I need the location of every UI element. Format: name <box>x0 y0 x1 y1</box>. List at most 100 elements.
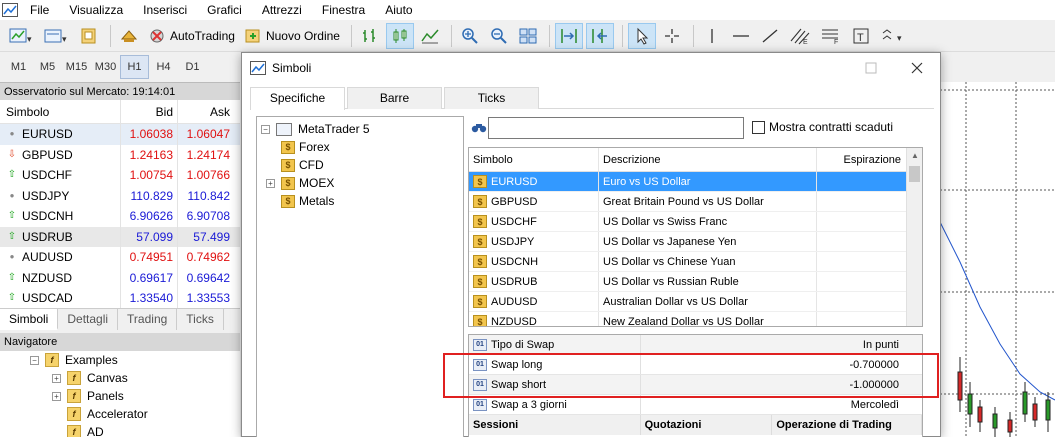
fibonacci-icon[interactable]: F <box>817 23 845 49</box>
scroll-thumb[interactable] <box>909 166 920 182</box>
timeframe-m5[interactable]: M5 <box>33 55 62 79</box>
candlestick-chart-icon[interactable] <box>385 22 414 49</box>
col-symbol[interactable]: Simbolo <box>0 100 120 123</box>
shapes-icon[interactable]: ▾ <box>877 23 909 49</box>
expand-icon[interactable]: + <box>52 391 61 401</box>
symbol-table-row[interactable]: $ NZDUSD New Zealand Dollar vs US Dollar <box>469 312 922 326</box>
symbol-table-row[interactable]: $ USDRUB US Dollar vs Russian Ruble <box>469 272 922 292</box>
price-chart[interactable] <box>940 82 1055 437</box>
market-watch-row[interactable]: ⇧ USDCAD 1.33540 1.33553 <box>0 288 240 309</box>
symbols-table-scrollbar[interactable]: ▲ <box>906 148 922 326</box>
line-chart-icon[interactable] <box>417 23 443 49</box>
nav-item-label: Canvas <box>87 371 128 385</box>
menu-tools[interactable]: Attrezzi <box>252 0 312 20</box>
row-bid: 0.69617 <box>120 267 177 288</box>
trendline-icon[interactable] <box>757 23 783 49</box>
menu-bar: File Visualizza Inserisci Grafici Attrez… <box>0 0 1055 20</box>
menu-window[interactable]: Finestra <box>312 0 375 20</box>
menu-file[interactable]: File <box>20 0 59 20</box>
zoom-out-icon[interactable] <box>486 23 512 49</box>
auto-scroll-icon[interactable] <box>554 22 583 49</box>
profiles-button[interactable]: ▾ <box>41 23 73 49</box>
search-icon[interactable] <box>470 119 488 137</box>
symbol-table-row[interactable]: $ EURUSD Euro vs US Dollar <box>469 172 922 192</box>
checkbox-box[interactable] <box>752 120 765 134</box>
tree-item-forex[interactable]: $ Forex <box>281 138 330 156</box>
menu-charts[interactable]: Grafici <box>197 0 252 20</box>
text-tool-icon[interactable]: T <box>848 23 874 49</box>
tab-details[interactable]: Dettagli <box>58 309 119 330</box>
tab-trading[interactable]: Trading <box>118 309 178 330</box>
expand-icon[interactable]: + <box>266 178 275 188</box>
row-bid: 1.24163 <box>120 144 177 165</box>
dialog-titlebar[interactable]: Simboli <box>242 53 940 83</box>
symbol-table-row[interactable]: $ USDCNH US Dollar vs Chinese Yuan <box>469 252 922 272</box>
menu-help[interactable]: Aiuto <box>375 0 422 20</box>
market-button[interactable] <box>116 23 142 49</box>
col-description-header[interactable]: Descrizione <box>599 148 817 171</box>
timeframe-h4[interactable]: H4 <box>149 55 178 79</box>
collapse-icon[interactable]: − <box>261 124 270 134</box>
market-watch-row[interactable]: ⇧ USDCNH 6.90626 6.90708 <box>0 206 240 227</box>
tab-ticks-dialog[interactable]: Ticks <box>444 87 539 109</box>
tree-item-cfd[interactable]: $ CFD <box>281 156 324 174</box>
market-watch-row[interactable]: ● AUDUSD 0.74951 0.74962 <box>0 247 240 268</box>
market-watch-row[interactable]: ⇧ USDCHF 1.00754 1.00766 <box>0 165 240 186</box>
cursor-icon[interactable] <box>627 22 656 49</box>
tree-item-moex[interactable]: + $ MOEX <box>266 174 334 192</box>
show-expired-checkbox[interactable]: Mostra contratti scaduti <box>752 120 893 134</box>
col-symbol-header[interactable]: Simbolo <box>469 148 599 171</box>
symbol-search-input[interactable] <box>488 117 744 139</box>
new-chart-button[interactable]: ▾ <box>6 23 38 49</box>
nav-item-canvas[interactable]: + f Canvas <box>52 369 128 387</box>
symbol-table-row[interactable]: $ USDJPY US Dollar vs Japanese Yen <box>469 232 922 252</box>
nav-item-ad[interactable]: f AD <box>67 423 104 437</box>
nav-item-panels[interactable]: + f Panels <box>52 387 124 405</box>
timeframe-m1[interactable]: M1 <box>4 55 33 79</box>
close-button[interactable] <box>894 53 940 83</box>
col-bid[interactable]: Bid <box>120 100 177 123</box>
nav-item-accelerator[interactable]: f Accelerator <box>67 405 148 423</box>
menu-insert[interactable]: Inserisci <box>133 0 197 20</box>
expand-icon[interactable]: + <box>52 373 61 383</box>
row-ask: 1.24174 <box>177 144 234 165</box>
chart-shift-icon[interactable] <box>585 22 614 49</box>
market-watch-row[interactable]: ⇧ USDRUB 57.099 57.499 <box>0 226 240 247</box>
market-watch-row[interactable]: ● EURUSD 1.06038 1.06047 <box>0 124 240 145</box>
new-order-button[interactable]: Nuovo Ordine <box>241 23 343 49</box>
symbol-table-row[interactable]: $ AUDUSD Australian Dollar vs US Dollar <box>469 292 922 312</box>
property-row[interactable]: 01 Swap a 3 giorni Mercoledì <box>469 395 922 415</box>
vertical-line-icon[interactable] <box>699 23 725 49</box>
scroll-up-icon[interactable]: ▲ <box>907 148 923 164</box>
property-row[interactable]: 01 Tipo di Swap In punti <box>469 335 922 355</box>
bar-chart-icon[interactable] <box>357 23 383 49</box>
nav-item-examples[interactable]: − f Examples <box>30 351 118 369</box>
crosshair-icon[interactable] <box>659 23 685 49</box>
menu-view[interactable]: Visualizza <box>59 0 133 20</box>
tab-specifications[interactable]: Specifiche <box>250 87 345 110</box>
collapse-icon[interactable]: − <box>30 355 39 365</box>
tab-ticks[interactable]: Ticks <box>177 309 224 330</box>
timeframe-d1[interactable]: D1 <box>178 55 207 79</box>
maximize-button[interactable] <box>848 53 894 83</box>
col-ask[interactable]: Ask <box>177 100 234 123</box>
col-expiration-header[interactable]: Espirazione <box>817 148 905 171</box>
horizontal-line-icon[interactable] <box>728 23 754 49</box>
tab-symbols[interactable]: Simboli <box>0 309 59 330</box>
tile-windows-icon[interactable] <box>515 23 541 49</box>
market-watch-row[interactable]: ⇩ GBPUSD 1.24163 1.24174 <box>0 144 240 165</box>
tab-bars[interactable]: Barre <box>347 87 442 109</box>
timeframe-m15[interactable]: M15 <box>62 55 91 79</box>
market-watch-row[interactable]: ⇧ NZDUSD 0.69617 0.69642 <box>0 267 240 288</box>
tree-root-metatrader[interactable]: − MetaTrader 5 <box>261 120 370 138</box>
autotrading-button[interactable]: AutoTrading <box>145 23 238 49</box>
zoom-in-icon[interactable] <box>457 23 483 49</box>
timeframe-h1[interactable]: H1 <box>120 55 149 79</box>
market-watch-row[interactable]: ● USDJPY 110.829 110.842 <box>0 185 240 206</box>
tree-item-metals[interactable]: $ Metals <box>281 192 334 210</box>
symbol-table-row[interactable]: $ USDCHF US Dollar vs Swiss Franc <box>469 212 922 232</box>
timeframe-m30[interactable]: M30 <box>91 55 120 79</box>
equidistant-channel-icon[interactable]: E <box>786 23 814 49</box>
symbol-table-row[interactable]: $ GBPUSD Great Britain Pound vs US Dollar <box>469 192 922 212</box>
templates-button[interactable] <box>76 23 102 49</box>
